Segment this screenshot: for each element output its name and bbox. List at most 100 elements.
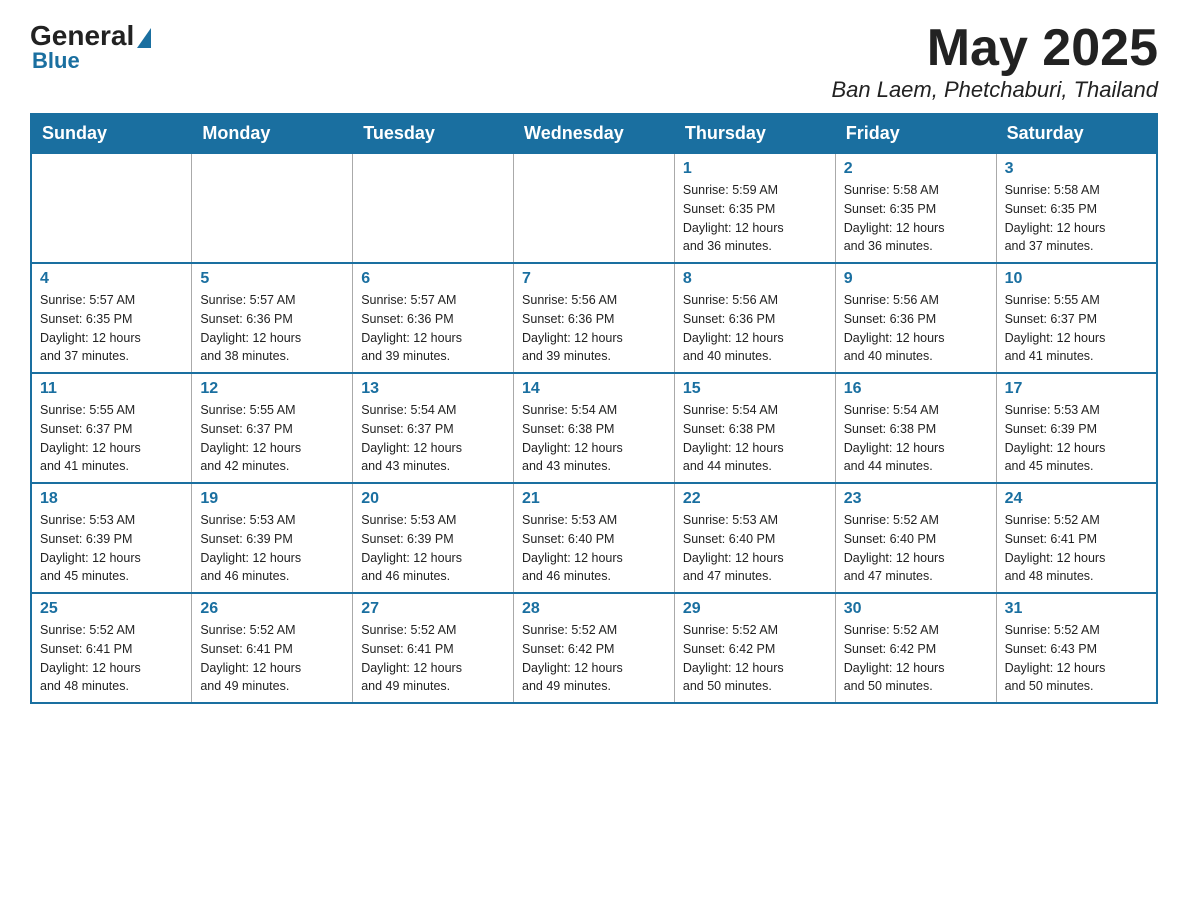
calendar-header-row: SundayMondayTuesdayWednesdayThursdayFrid… (31, 114, 1157, 153)
month-title: May 2025 (831, 20, 1158, 77)
calendar-cell: 21Sunrise: 5:53 AMSunset: 6:40 PMDayligh… (514, 483, 675, 593)
day-info: Sunrise: 5:52 AMSunset: 6:43 PMDaylight:… (1005, 621, 1148, 696)
calendar-cell: 16Sunrise: 5:54 AMSunset: 6:38 PMDayligh… (835, 373, 996, 483)
day-info: Sunrise: 5:52 AMSunset: 6:42 PMDaylight:… (844, 621, 988, 696)
calendar-cell: 1 Sunrise: 5:59 AMSunset: 6:35 PMDaylight… (674, 153, 835, 263)
calendar-cell: 23 Sunrise: 5:52 AMSunset: 6:40 PMDayligh… (835, 483, 996, 593)
calendar-cell: 20 Sunrise: 5:53 AMSunset: 6:39 PMDayligh… (353, 483, 514, 593)
day-number: 31 (1005, 600, 1148, 618)
day-number: 19 (200, 490, 344, 508)
calendar-cell (31, 153, 192, 263)
day-number: 3 (1005, 160, 1148, 178)
calendar-header-sunday: Sunday (31, 114, 192, 153)
calendar-header-thursday: Thursday (674, 114, 835, 153)
calendar-header-friday: Friday (835, 114, 996, 153)
calendar-cell: 9Sunrise: 5:56 AMSunset: 6:36 PMDaylight… (835, 263, 996, 373)
day-number: 12 (200, 380, 344, 398)
calendar-header-monday: Monday (192, 114, 353, 153)
day-number: 4 (40, 270, 183, 288)
day-number: 15 (683, 380, 827, 398)
calendar-cell: 25 Sunrise: 5:52 AMSunset: 6:41 PMDayligh… (31, 593, 192, 703)
calendar-cell: 8 Sunrise: 5:56 AMSunset: 6:36 PMDaylight… (674, 263, 835, 373)
week-row-4: 18 Sunrise: 5:53 AMSunset: 6:39 PMDayligh… (31, 483, 1157, 593)
day-info: Sunrise: 5:55 AMSunset: 6:37 PMDaylight:… (1005, 291, 1148, 366)
day-info: Sunrise: 5:52 AMSunset: 6:42 PMDaylight:… (683, 621, 827, 696)
logo-blue-text: Blue (32, 48, 80, 74)
calendar-cell: 24 Sunrise: 5:52 AMSunset: 6:41 PMDayligh… (996, 483, 1157, 593)
day-number: 23 (844, 490, 988, 508)
title-block: May 2025 Ban Laem, Phetchaburi, Thailand (831, 20, 1158, 103)
day-number: 22 (683, 490, 827, 508)
calendar-cell: 4 Sunrise: 5:57 AMSunset: 6:35 PMDaylight… (31, 263, 192, 373)
day-info: Sunrise: 5:53 AMSunset: 6:39 PMDaylight:… (361, 511, 505, 586)
day-number: 10 (1005, 270, 1148, 288)
calendar-cell: 29Sunrise: 5:52 AMSunset: 6:42 PMDayligh… (674, 593, 835, 703)
calendar-cell: 26 Sunrise: 5:52 AMSunset: 6:41 PMDayligh… (192, 593, 353, 703)
calendar-cell: 27 Sunrise: 5:52 AMSunset: 6:41 PMDayligh… (353, 593, 514, 703)
day-number: 26 (200, 600, 344, 618)
day-info: Sunrise: 5:57 AMSunset: 6:35 PMDaylight:… (40, 291, 183, 366)
day-number: 21 (522, 490, 666, 508)
day-number: 16 (844, 380, 988, 398)
calendar-cell: 14Sunrise: 5:54 AMSunset: 6:38 PMDayligh… (514, 373, 675, 483)
calendar-cell (192, 153, 353, 263)
day-number: 28 (522, 600, 666, 618)
day-number: 25 (40, 600, 183, 618)
calendar-cell: 11 Sunrise: 5:55 AMSunset: 6:37 PMDayligh… (31, 373, 192, 483)
day-info: Sunrise: 5:55 AMSunset: 6:37 PMDaylight:… (200, 401, 344, 476)
calendar-cell: 15Sunrise: 5:54 AMSunset: 6:38 PMDayligh… (674, 373, 835, 483)
calendar-cell: 22 Sunrise: 5:53 AMSunset: 6:40 PMDayligh… (674, 483, 835, 593)
calendar-header-wednesday: Wednesday (514, 114, 675, 153)
calendar-cell: 6 Sunrise: 5:57 AMSunset: 6:36 PMDaylight… (353, 263, 514, 373)
day-info: Sunrise: 5:52 AMSunset: 6:41 PMDaylight:… (200, 621, 344, 696)
day-info: Sunrise: 5:55 AMSunset: 6:37 PMDaylight:… (40, 401, 183, 476)
day-info: Sunrise: 5:52 AMSunset: 6:41 PMDaylight:… (361, 621, 505, 696)
day-info: Sunrise: 5:53 AMSunset: 6:39 PMDaylight:… (1005, 401, 1148, 476)
day-number: 14 (522, 380, 666, 398)
day-number: 11 (40, 380, 183, 398)
calendar-cell: 30Sunrise: 5:52 AMSunset: 6:42 PMDayligh… (835, 593, 996, 703)
day-number: 6 (361, 270, 505, 288)
week-row-3: 11 Sunrise: 5:55 AMSunset: 6:37 PMDayligh… (31, 373, 1157, 483)
day-info: Sunrise: 5:52 AMSunset: 6:41 PMDaylight:… (40, 621, 183, 696)
day-info: Sunrise: 5:52 AMSunset: 6:42 PMDaylight:… (522, 621, 666, 696)
day-number: 18 (40, 490, 183, 508)
page-header: General Blue May 2025 Ban Laem, Phetchab… (30, 20, 1158, 103)
day-info: Sunrise: 5:56 AMSunset: 6:36 PMDaylight:… (522, 291, 666, 366)
day-info: Sunrise: 5:57 AMSunset: 6:36 PMDaylight:… (361, 291, 505, 366)
day-info: Sunrise: 5:54 AMSunset: 6:37 PMDaylight:… (361, 401, 505, 476)
day-info: Sunrise: 5:53 AMSunset: 6:39 PMDaylight:… (200, 511, 344, 586)
calendar-header-saturday: Saturday (996, 114, 1157, 153)
week-row-2: 4 Sunrise: 5:57 AMSunset: 6:35 PMDaylight… (31, 263, 1157, 373)
day-info: Sunrise: 5:53 AMSunset: 6:40 PMDaylight:… (683, 511, 827, 586)
day-info: Sunrise: 5:57 AMSunset: 6:36 PMDaylight:… (200, 291, 344, 366)
calendar-cell: 10 Sunrise: 5:55 AMSunset: 6:37 PMDayligh… (996, 263, 1157, 373)
calendar-cell: 18Sunrise: 5:53 AMSunset: 6:39 PMDayligh… (31, 483, 192, 593)
day-info: Sunrise: 5:58 AMSunset: 6:35 PMDaylight:… (1005, 181, 1148, 256)
day-info: Sunrise: 5:52 AMSunset: 6:40 PMDaylight:… (844, 511, 988, 586)
calendar-cell: 7 Sunrise: 5:56 AMSunset: 6:36 PMDaylight… (514, 263, 675, 373)
calendar-cell (514, 153, 675, 263)
location-title: Ban Laem, Phetchaburi, Thailand (831, 77, 1158, 103)
day-number: 13 (361, 380, 505, 398)
day-number: 17 (1005, 380, 1148, 398)
day-number: 27 (361, 600, 505, 618)
day-number: 1 (683, 160, 827, 178)
day-info: Sunrise: 5:52 AMSunset: 6:41 PMDaylight:… (1005, 511, 1148, 586)
calendar-cell: 31 Sunrise: 5:52 AMSunset: 6:43 PMDayligh… (996, 593, 1157, 703)
calendar-cell: 3 Sunrise: 5:58 AMSunset: 6:35 PMDaylight… (996, 153, 1157, 263)
calendar-cell: 5 Sunrise: 5:57 AMSunset: 6:36 PMDaylight… (192, 263, 353, 373)
week-row-1: 1 Sunrise: 5:59 AMSunset: 6:35 PMDaylight… (31, 153, 1157, 263)
logo-triangle-icon (137, 28, 151, 48)
day-number: 20 (361, 490, 505, 508)
day-number: 24 (1005, 490, 1148, 508)
day-info: Sunrise: 5:56 AMSunset: 6:36 PMDaylight:… (683, 291, 827, 366)
day-number: 2 (844, 160, 988, 178)
day-number: 8 (683, 270, 827, 288)
day-number: 5 (200, 270, 344, 288)
day-info: Sunrise: 5:58 AMSunset: 6:35 PMDaylight:… (844, 181, 988, 256)
day-number: 7 (522, 270, 666, 288)
day-info: Sunrise: 5:59 AMSunset: 6:35 PMDaylight:… (683, 181, 827, 256)
week-row-5: 25 Sunrise: 5:52 AMSunset: 6:41 PMDayligh… (31, 593, 1157, 703)
calendar-table: SundayMondayTuesdayWednesdayThursdayFrid… (30, 113, 1158, 704)
